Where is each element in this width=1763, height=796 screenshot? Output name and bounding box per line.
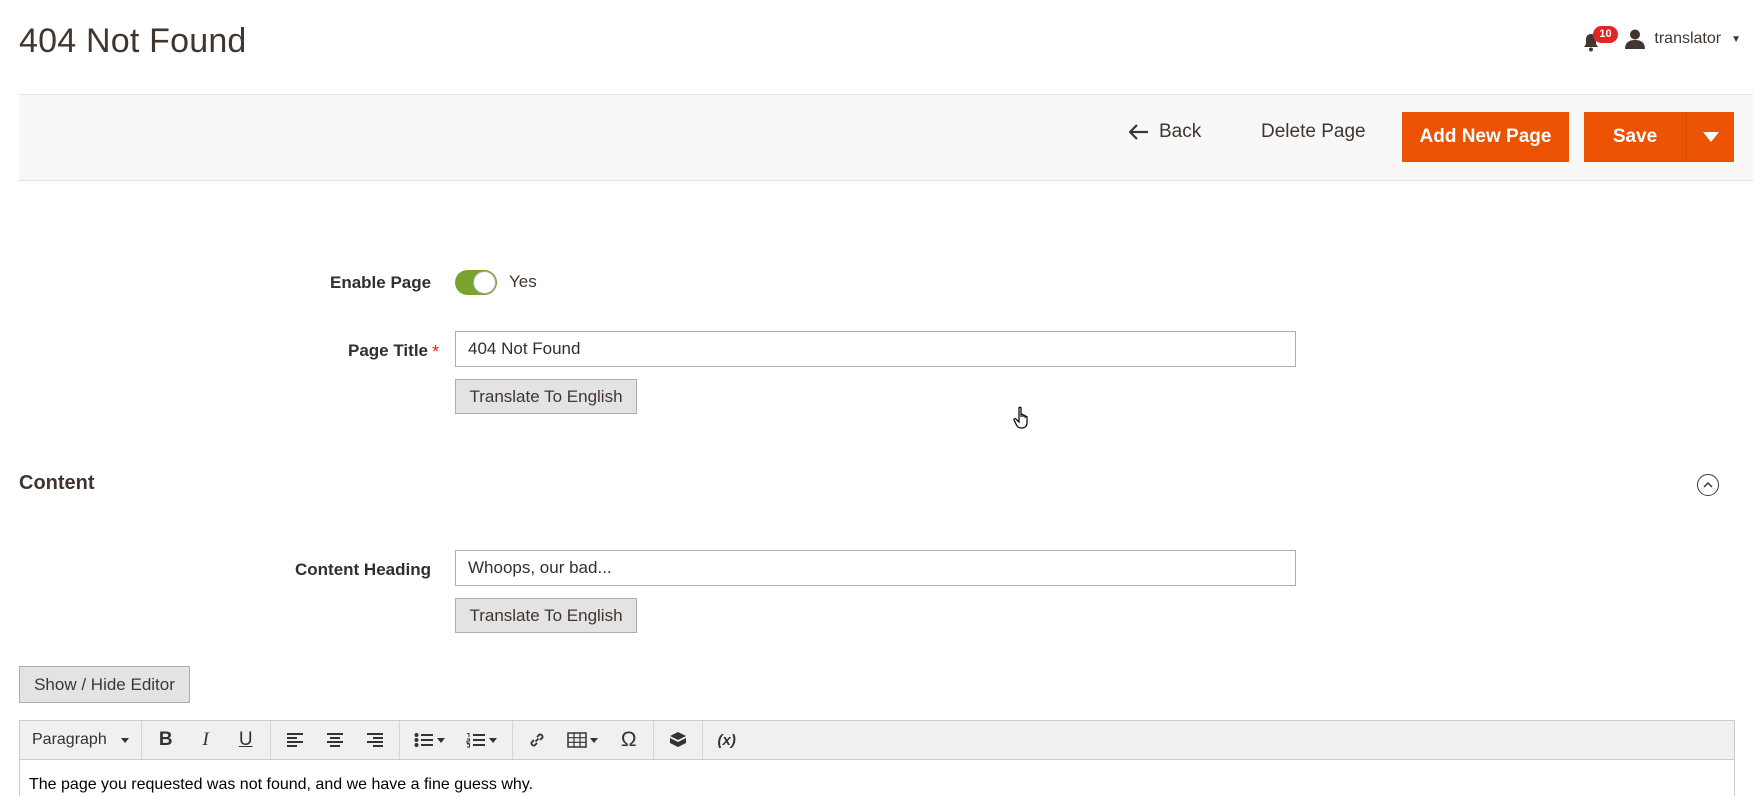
editor-toolbar: Paragraph B I U Ω (x)	[19, 720, 1735, 760]
align-left-icon[interactable]	[275, 724, 315, 756]
back-button[interactable]: Back	[1129, 121, 1201, 143]
save-options-toggle[interactable]	[1686, 112, 1734, 162]
content-section-title[interactable]: Content	[19, 472, 95, 495]
caret-down-icon	[590, 737, 599, 743]
bold-icon[interactable]: B	[146, 724, 186, 756]
caret-down-icon	[489, 737, 498, 743]
variable-group: (x)	[703, 721, 751, 759]
bullet-list-icon[interactable]	[404, 724, 456, 756]
delete-page-button[interactable]: Delete Page	[1261, 121, 1366, 143]
align-right-icon[interactable]	[355, 724, 395, 756]
widget-group	[654, 721, 703, 759]
hand-cursor-icon	[1013, 406, 1028, 429]
enable-page-toggle[interactable]	[455, 270, 497, 295]
link-icon[interactable]	[517, 724, 557, 756]
translate-title-button[interactable]: Translate To English	[455, 379, 637, 414]
format-select-value: Paragraph	[32, 731, 107, 748]
insert-widget-icon[interactable]	[658, 724, 698, 756]
arrow-left-icon	[1129, 124, 1148, 140]
page-title: 404 Not Found	[19, 22, 247, 60]
list-group	[400, 721, 513, 759]
add-new-page-button[interactable]: Add New Page	[1402, 112, 1569, 162]
underline-icon[interactable]: U	[226, 724, 266, 756]
caret-down-icon	[120, 737, 129, 743]
editor-content-area[interactable]: The page you requested was not found, an…	[19, 760, 1735, 796]
content-heading-label: Content Heading	[295, 560, 431, 579]
user-icon	[1625, 29, 1646, 49]
table-icon[interactable]	[557, 724, 609, 756]
align-center-icon[interactable]	[315, 724, 355, 756]
save-button[interactable]: Save	[1584, 112, 1686, 162]
alignment-group	[271, 721, 400, 759]
collapse-section-icon[interactable]	[1697, 474, 1719, 496]
content-heading-input[interactable]	[455, 550, 1296, 586]
required-indicator: *	[432, 342, 440, 362]
italic-icon[interactable]: I	[186, 724, 226, 756]
chevron-up-icon	[1703, 482, 1713, 488]
numbered-list-icon[interactable]	[456, 724, 508, 756]
format-select[interactable]: Paragraph	[20, 721, 142, 759]
text-style-group: B I U	[142, 721, 271, 759]
notification-count-badge: 10	[1593, 26, 1618, 43]
show-hide-editor-button[interactable]: Show / Hide Editor	[19, 666, 190, 703]
page-title-input[interactable]	[455, 331, 1296, 367]
insert-variable-icon[interactable]: (x)	[707, 724, 747, 756]
special-character-icon[interactable]: Ω	[609, 724, 649, 756]
back-label: Back	[1159, 121, 1202, 142]
enable-page-value: Yes	[509, 272, 537, 291]
header-actions: 10 translator ▼	[1578, 24, 1741, 54]
user-menu[interactable]: translator ▼	[1624, 28, 1741, 50]
page-title-label: Page Title	[348, 341, 428, 360]
caret-down-icon	[437, 737, 446, 743]
caret-down-icon	[1702, 132, 1719, 142]
notifications-button[interactable]: 10	[1578, 24, 1618, 54]
enable-page-label: Enable Page	[330, 273, 432, 292]
insert-group: Ω	[513, 721, 654, 759]
page-actions-bar: Back Delete Page Add New Page Save	[19, 94, 1753, 181]
chevron-down-icon: ▼	[1731, 33, 1741, 45]
toggle-knob	[473, 271, 496, 294]
user-name: translator	[1654, 30, 1722, 47]
translate-heading-button[interactable]: Translate To English	[455, 598, 637, 633]
editor-body-text: The page you requested was not found, an…	[29, 776, 534, 793]
